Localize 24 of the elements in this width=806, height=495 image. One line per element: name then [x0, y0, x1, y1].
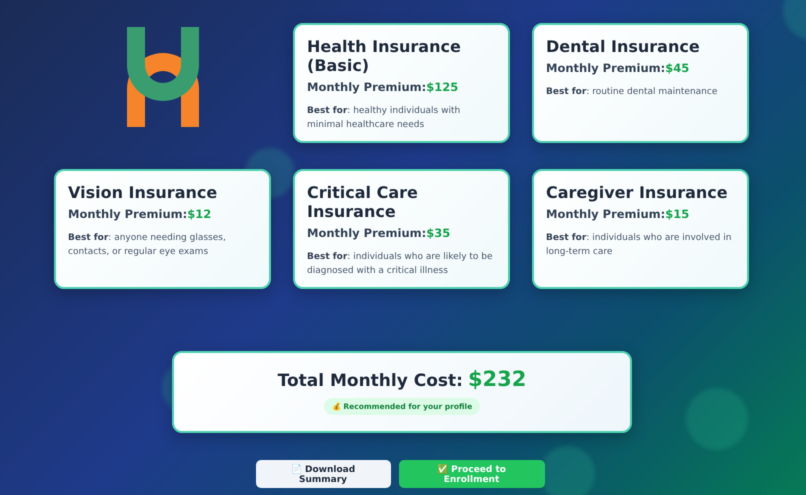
premium-price: $35	[426, 226, 450, 240]
best-for-text: Best for: individuals who are likely to be diagnosed with a critical illness	[307, 251, 494, 278]
plan-title: Dental Insurance	[546, 37, 701, 56]
plan-title: Vision Insurance	[68, 183, 218, 202]
premium-label: Monthly Premium:	[68, 207, 188, 221]
best-for-text: Best for: healthy individuals with minimal healthcare needs	[307, 105, 462, 132]
premium-label: Monthly Premium:	[307, 80, 426, 94]
premium-price: $45	[665, 61, 690, 75]
premium-price: $125	[426, 80, 458, 94]
best-for-text: Best for: anyone needing glasses, contacts, or regular eye exams	[68, 232, 227, 259]
best-for-text: Best for: individuals who are involved in long-term care	[546, 232, 732, 259]
premium-price: $15	[665, 207, 690, 221]
premium-label: Monthly Premium:	[546, 207, 666, 221]
total-amount: $232	[468, 367, 526, 391]
total-label: Total Monthly Cost:	[278, 371, 463, 391]
plan-title: Caregiver Insurance	[546, 183, 729, 202]
premium-label: Monthly Premium:	[546, 61, 666, 75]
logo-icon	[126, 27, 198, 127]
premium-label: Monthly Premium:	[307, 226, 426, 240]
download-button[interactable]: 📄 Download Summary	[256, 460, 390, 488]
best-for-text: Best for: routine dental maintenance	[546, 86, 718, 99]
plan-title: Critical Care Insurance	[307, 183, 419, 221]
premium-price: $12	[187, 207, 212, 221]
plan-title: Health Insurance (Basic)	[307, 37, 462, 75]
